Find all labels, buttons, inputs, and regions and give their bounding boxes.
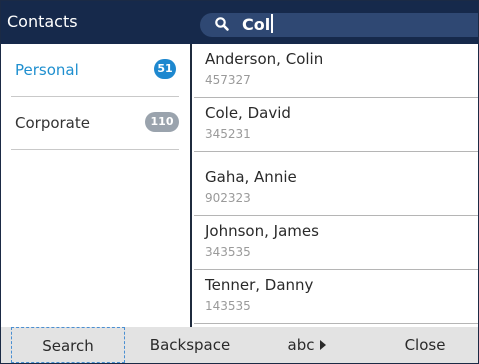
softkey-bar: Search Backspace abc Close: [1, 327, 478, 363]
contact-name: Cole, David: [205, 104, 291, 122]
text-cursor: [271, 14, 274, 33]
close-softkey[interactable]: Close: [385, 327, 465, 363]
contact-row[interactable]: Gaha, Annie 902323: [194, 162, 478, 216]
phone-screen: Contacts Col Personal 51 Corporate 110 A…: [0, 0, 479, 364]
abc-softkey[interactable]: abc: [267, 327, 347, 363]
search-softkey[interactable]: Search: [11, 327, 125, 363]
contact-number: 457327: [205, 73, 251, 87]
search-input[interactable]: Col: [200, 13, 478, 37]
contact-name: Anderson, Colin: [205, 50, 324, 68]
contact-row[interactable]: Tenner, Danny 143535: [194, 270, 478, 324]
count-badge: 110: [145, 112, 179, 132]
sidebar-item-label: Corporate: [15, 114, 90, 132]
contact-number: 343535: [205, 245, 251, 259]
arrow-right-icon: [320, 340, 327, 350]
contact-name: Johnson, James: [205, 222, 319, 240]
contact-name: Tenner, Danny: [205, 276, 314, 294]
header-bar: Contacts Col: [1, 1, 478, 44]
directory-sidebar: Personal 51 Corporate 110: [1, 44, 190, 327]
contact-row[interactable]: Anderson, Colin 457327: [194, 44, 478, 98]
sidebar-item-corporate[interactable]: Corporate 110: [11, 97, 179, 150]
contact-number: 345231: [205, 127, 251, 141]
search-query: Col: [242, 14, 274, 34]
contact-list: Anderson, Colin 457327 Cole, David 34523…: [194, 44, 478, 327]
sidebar-item-label: Personal: [15, 61, 79, 79]
sidebar-item-personal[interactable]: Personal 51: [11, 44, 179, 97]
search-query-text: Col: [242, 15, 271, 34]
contact-name: Gaha, Annie: [205, 168, 297, 186]
abc-softkey-label: abc: [287, 336, 315, 354]
panel-divider: [190, 44, 192, 327]
count-badge: 51: [154, 59, 176, 79]
contact-row[interactable]: Cole, David 345231: [194, 98, 478, 152]
backspace-softkey[interactable]: Backspace: [135, 327, 245, 363]
contact-number: 143535: [205, 299, 251, 313]
contact-row[interactable]: Johnson, James 343535: [194, 216, 478, 270]
search-icon: [215, 17, 229, 31]
app-title: Contacts: [7, 12, 78, 31]
contact-number: 902323: [205, 191, 251, 205]
